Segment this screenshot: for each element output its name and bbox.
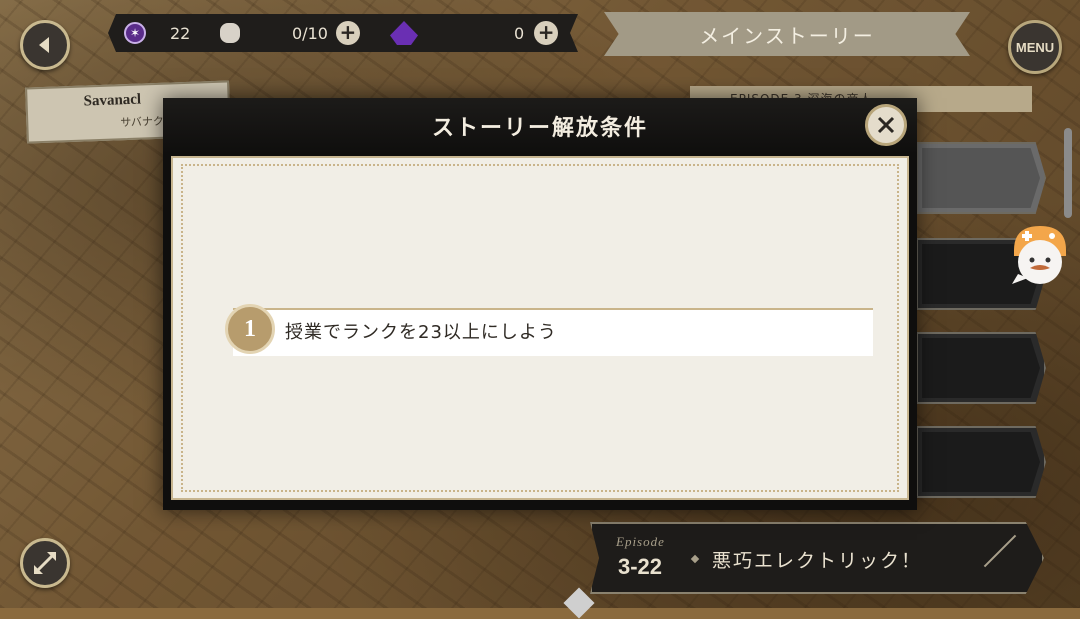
- episode-list-item[interactable]: [916, 426, 1046, 498]
- separator: [690, 554, 700, 564]
- crystal-icon: [390, 21, 418, 45]
- menu-label: MENU: [1015, 39, 1055, 55]
- flower-icon: [220, 23, 240, 43]
- add-crystal-button[interactable]: +: [534, 21, 558, 45]
- condition-text: 授業でランクを23以上にしよう: [285, 322, 557, 343]
- condition-number-badge: 1: [225, 304, 275, 354]
- story-title: メインストーリー: [699, 23, 875, 48]
- episode-list-item[interactable]: [916, 142, 1046, 214]
- main-story-banner: メインストーリー: [604, 12, 970, 56]
- modal-header: ストーリー解放条件: [163, 98, 917, 154]
- episode-number: 3-22: [618, 554, 663, 579]
- unlock-conditions-modal: ストーリー解放条件 1 授業でランクを23以上にしよう: [163, 98, 917, 510]
- close-icon: [877, 116, 895, 134]
- location-name: Savanacl: [83, 91, 142, 110]
- crystal-count: 0: [514, 23, 525, 43]
- close-button[interactable]: [865, 104, 907, 146]
- add-flower-button[interactable]: +: [336, 21, 360, 45]
- episode-label: Episode: [616, 534, 665, 549]
- gem-icon: ✶: [124, 22, 146, 44]
- expand-arrows-icon: [34, 552, 56, 574]
- episode-list-item[interactable]: [916, 332, 1046, 404]
- gem-count: 22: [170, 23, 191, 43]
- flower-count: 0/10: [292, 23, 328, 43]
- back-button[interactable]: [20, 20, 70, 70]
- location-subname: サバナク: [120, 114, 165, 130]
- episode-title: 悪巧エレクトリック！: [712, 550, 923, 572]
- modal-body: 1 授業でランクを23以上にしよう: [171, 156, 909, 500]
- menu-button[interactable]: MENU: [1008, 20, 1062, 74]
- wand-icon: [983, 534, 1017, 568]
- expand-button[interactable]: [20, 538, 70, 588]
- list-scrollbar[interactable]: [1064, 128, 1072, 218]
- modal-title: ストーリー解放条件: [431, 116, 648, 141]
- resource-bar: ✶ 22 0/10 + 0 +: [108, 14, 578, 52]
- mascot-icon[interactable]: [1008, 216, 1072, 286]
- chevron-left-icon: [39, 37, 49, 53]
- episode-card[interactable]: Episode 3-22 悪巧エレクトリック！: [590, 522, 1044, 594]
